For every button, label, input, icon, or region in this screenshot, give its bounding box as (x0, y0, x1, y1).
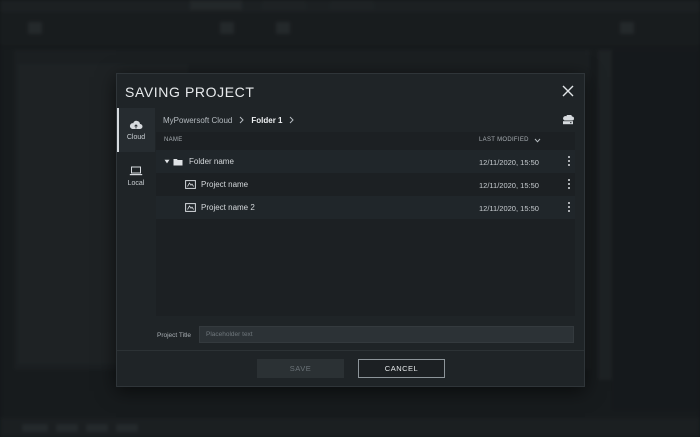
column-name[interactable]: NAME (164, 137, 183, 143)
sidebar-item-local[interactable]: Local (117, 154, 155, 198)
table-header: NAME LAST MODIFIED (156, 132, 575, 148)
more-vertical-icon (566, 156, 572, 166)
saving-project-dialog: SAVING PROJECT Cloud Local MyPowersoft C… (116, 73, 585, 387)
save-button[interactable]: SAVE (257, 359, 344, 378)
project-file-icon (185, 203, 196, 212)
more-vertical-icon (566, 179, 572, 189)
project-title-label: Project Title (157, 332, 191, 339)
row-name-cell: Project name (185, 180, 248, 189)
row-name: Folder name (189, 157, 234, 166)
table-row[interactable]: Folder name 12/11/2020, 15:50 (156, 150, 575, 173)
sidebar-item-cloud[interactable]: Cloud (117, 108, 155, 152)
sidebar-item-label: Cloud (126, 133, 146, 141)
chevron-right-icon (240, 116, 245, 124)
footer-divider (117, 350, 584, 351)
close-button[interactable] (558, 81, 578, 101)
cloud-drive-button[interactable] (562, 112, 576, 125)
breadcrumb-root[interactable]: MyPowersoft Cloud (163, 116, 232, 125)
breadcrumb: MyPowersoft Cloud Folder 1 (163, 114, 301, 126)
row-name-cell: Folder name (164, 157, 234, 166)
table-row[interactable]: Project name 12/11/2020, 15:50 (156, 173, 575, 196)
project-file-icon (185, 180, 196, 189)
chevron-down-icon (534, 138, 541, 143)
row-name: Project name (201, 180, 249, 189)
row-modified: 12/11/2020, 15:50 (479, 181, 539, 190)
file-table: NAME LAST MODIFIED Folder name 12/11/202… (156, 132, 575, 316)
row-menu-button[interactable] (566, 156, 572, 168)
chevron-right-icon (290, 116, 295, 124)
table-row[interactable]: Project name 2 12/11/2020, 15:50 (156, 196, 575, 219)
cloud-icon (129, 120, 143, 129)
breadcrumb-current[interactable]: Folder 1 (251, 116, 282, 125)
project-title-input[interactable] (199, 326, 574, 343)
row-menu-button[interactable] (566, 202, 572, 214)
close-icon (562, 85, 574, 97)
more-vertical-icon (566, 202, 572, 212)
cancel-button[interactable]: CANCEL (358, 359, 445, 378)
caret-down-icon[interactable] (164, 159, 170, 164)
laptop-icon (129, 166, 143, 175)
row-name-cell: Project name 2 (185, 203, 255, 212)
storage-sidebar: Cloud Local (117, 108, 155, 318)
row-menu-button[interactable] (566, 179, 572, 191)
row-modified: 12/11/2020, 15:50 (479, 158, 539, 167)
sidebar-item-label: Local (127, 179, 145, 187)
column-last-modified-label: LAST MODIFIED (479, 137, 529, 143)
row-name: Project name 2 (201, 203, 255, 212)
cloud-drive-icon (563, 114, 574, 125)
folder-icon (173, 158, 183, 165)
dialog-title: SAVING PROJECT (125, 84, 255, 100)
column-last-modified[interactable]: LAST MODIFIED (479, 137, 541, 143)
row-modified: 12/11/2020, 15:50 (479, 204, 539, 213)
